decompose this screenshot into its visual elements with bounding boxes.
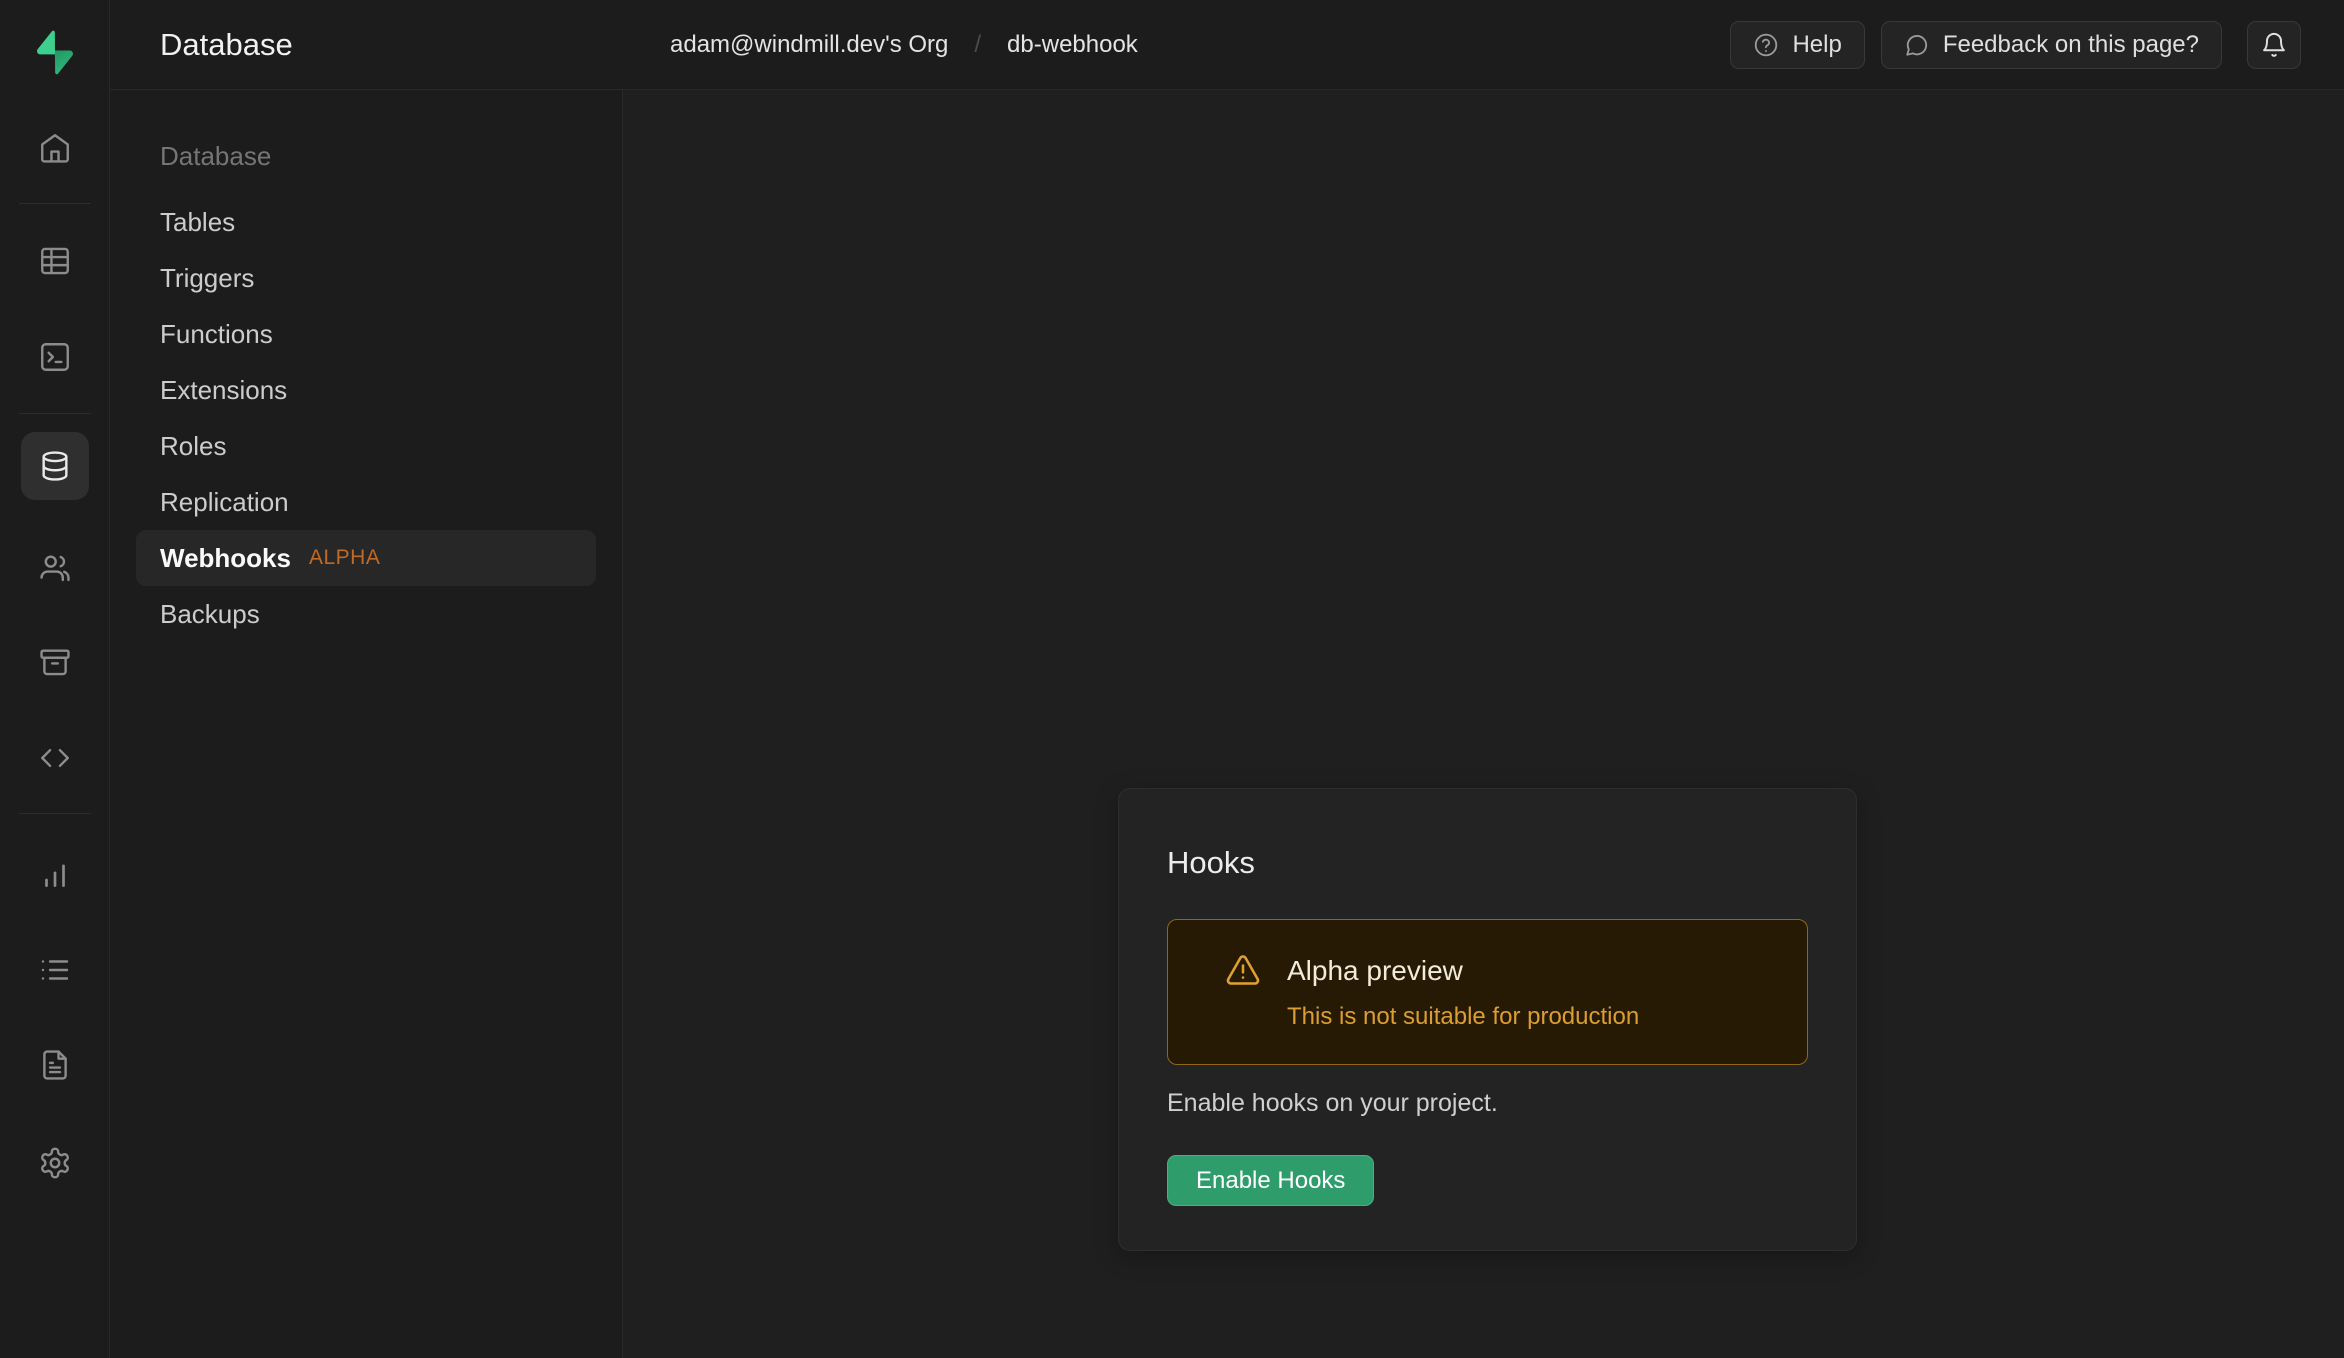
database-sidebar: Database Tables Triggers Functions Exten… bbox=[110, 90, 623, 1358]
sidebar-nav: Tables Triggers Functions Extensions Rol… bbox=[110, 194, 622, 642]
rail-divider bbox=[19, 203, 91, 204]
feedback-button-label: Feedback on this page? bbox=[1943, 31, 2199, 59]
sidebar-item-triggers[interactable]: Triggers bbox=[136, 250, 596, 306]
storage-icon[interactable] bbox=[21, 628, 89, 696]
breadcrumb-separator: / bbox=[974, 31, 981, 59]
logs-icon[interactable] bbox=[21, 936, 89, 1004]
auth-users-icon[interactable] bbox=[21, 534, 89, 602]
alert-description: This is not suitable for production bbox=[1287, 1002, 1639, 1032]
help-button[interactable]: Help bbox=[1730, 21, 1864, 69]
sidebar-heading: Database bbox=[160, 136, 622, 176]
page-title: Database bbox=[160, 27, 293, 63]
enable-hooks-button[interactable]: Enable Hooks bbox=[1167, 1155, 1374, 1206]
alert-text: Alpha preview This is not suitable for p… bbox=[1287, 952, 1639, 1064]
bell-icon bbox=[2260, 31, 2288, 59]
sidebar-item-extensions[interactable]: Extensions bbox=[136, 362, 596, 418]
hooks-card-body: Enable hooks on your project. bbox=[1167, 1087, 1808, 1119]
hooks-card-title: Hooks bbox=[1167, 845, 1808, 881]
alert-title: Alpha preview bbox=[1287, 952, 1639, 990]
reports-icon[interactable] bbox=[21, 841, 89, 909]
rail-divider bbox=[19, 413, 91, 414]
alpha-preview-alert: Alpha preview This is not suitable for p… bbox=[1167, 919, 1808, 1065]
sidebar-item-functions[interactable]: Functions bbox=[136, 306, 596, 362]
feedback-button[interactable]: Feedback on this page? bbox=[1881, 21, 2222, 69]
alpha-badge: ALPHA bbox=[309, 546, 380, 570]
sidebar-item-roles[interactable]: Roles bbox=[136, 418, 596, 474]
main-content: Hooks Alpha preview This is not suitable… bbox=[624, 90, 2344, 1358]
sidebar-item-backups[interactable]: Backups bbox=[136, 586, 596, 642]
sidebar-item-replication[interactable]: Replication bbox=[136, 474, 596, 530]
app-header: Database adam@windmill.dev's Org / db-we… bbox=[110, 0, 2344, 90]
edge-functions-icon[interactable] bbox=[21, 724, 89, 792]
breadcrumb-project[interactable]: db-webhook bbox=[1007, 31, 1138, 59]
supabase-logo[interactable] bbox=[28, 26, 82, 80]
header-actions: Help Feedback on this page? bbox=[1730, 0, 2301, 89]
hooks-card: Hooks Alpha preview This is not suitable… bbox=[1118, 788, 1857, 1251]
table-editor-icon[interactable] bbox=[21, 227, 89, 295]
sidebar-item-tables[interactable]: Tables bbox=[136, 194, 596, 250]
help-circle-icon bbox=[1753, 32, 1779, 58]
home-icon[interactable] bbox=[21, 114, 89, 182]
help-button-label: Help bbox=[1792, 31, 1841, 59]
breadcrumb-org[interactable]: adam@windmill.dev's Org bbox=[670, 31, 948, 59]
breadcrumb: adam@windmill.dev's Org / db-webhook bbox=[670, 0, 1138, 89]
chat-bubble-icon bbox=[1904, 32, 1930, 58]
docs-icon[interactable] bbox=[21, 1031, 89, 1099]
settings-icon[interactable] bbox=[21, 1129, 89, 1197]
sidebar-item-webhooks[interactable]: Webhooks ALPHA bbox=[136, 530, 596, 586]
icon-rail bbox=[0, 0, 110, 1358]
sql-editor-icon[interactable] bbox=[21, 323, 89, 391]
warning-triangle-icon bbox=[1225, 952, 1261, 988]
database-icon[interactable] bbox=[21, 432, 89, 500]
rail-divider bbox=[19, 813, 91, 814]
notifications-button[interactable] bbox=[2247, 21, 2301, 69]
